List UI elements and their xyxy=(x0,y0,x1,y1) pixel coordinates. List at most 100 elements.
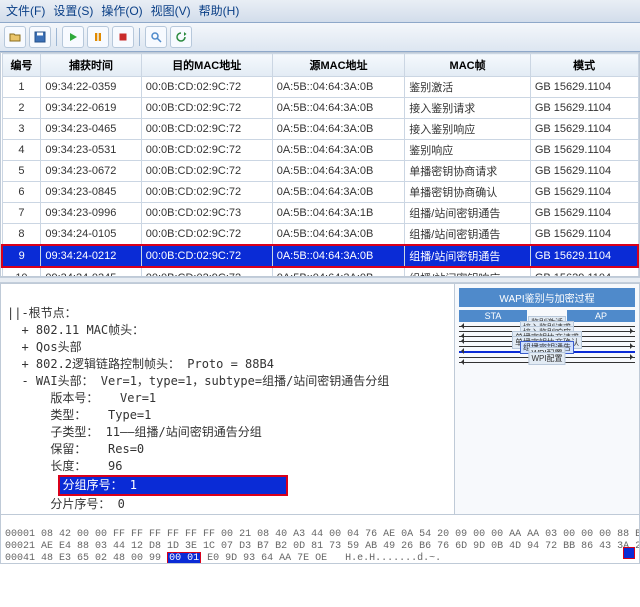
cell-mode: GB 15629.1104 xyxy=(530,267,638,277)
tree-frag[interactable]: 分片序号： 0 xyxy=(21,497,124,511)
menu-help[interactable]: 帮助(H) xyxy=(199,2,240,20)
cell-src: 0A:5B::04:64:3A:0B xyxy=(272,224,405,246)
diagram-sta: STA xyxy=(459,310,527,322)
cell-src: 0A:5B::04:64:3A:0B xyxy=(272,77,405,98)
tree-qos[interactable]: + Qos头部 xyxy=(21,340,81,354)
cell-no: 2 xyxy=(2,98,41,119)
cell-no: 7 xyxy=(2,203,41,224)
cell-time: 09:34:24-0212 xyxy=(41,245,141,267)
tree-80211[interactable]: + 802.11 MAC帧头： xyxy=(21,323,144,337)
cell-time: 09:34:23-0996 xyxy=(41,203,141,224)
cell-no: 8 xyxy=(2,224,41,246)
table-row[interactable]: 309:34:23-046500:0B:CD:02:9C:720A:5B::04… xyxy=(2,119,638,140)
cell-dst: 00:0B:CD:02:9C:72 xyxy=(141,182,272,203)
cell-frame: 单播密钥协商请求 xyxy=(405,161,531,182)
tree-seq-selected[interactable]: 分组序号： 1 xyxy=(58,475,288,496)
toolbar xyxy=(0,23,640,52)
hex-bytes-1: 08 42 00 00 FF FF FF FF FF FF 00 21 08 4… xyxy=(41,529,640,540)
cell-src: 0A:5B::04:64:3A:0B xyxy=(272,161,405,182)
col-frame[interactable]: MAC帧 xyxy=(405,54,531,77)
cell-frame: 鉴别激活 xyxy=(405,77,531,98)
cell-dst: 00:0B:CD:02:9C:72 xyxy=(141,161,272,182)
start-icon[interactable] xyxy=(62,26,84,48)
diagram-step-label: WPI配置 xyxy=(528,352,565,365)
detail-area: ||-根节点： + 802.11 MAC帧头： + Qos头部 + 802.2逻… xyxy=(0,283,640,515)
cell-dst: 00:0B:CD:02:9C:72 xyxy=(141,224,272,246)
tree-llc[interactable]: + 802.2逻辑链路控制帧头： Proto = 88B4 xyxy=(21,357,274,371)
col-src[interactable]: 源MAC地址 xyxy=(272,54,405,77)
cell-frame: 接入鉴别响应 xyxy=(405,119,531,140)
cell-frame: 组播/站间密钥通告 xyxy=(405,224,531,246)
table-row[interactable]: 609:34:23-084500:0B:CD:02:9C:720A:5B::04… xyxy=(2,182,638,203)
cell-dst: 00:0B:CD:02:9C:72 xyxy=(141,267,272,277)
menu-op[interactable]: 操作(O) xyxy=(101,2,142,20)
table-row[interactable]: 409:34:23-053100:0B:CD:02:9C:720A:5B::04… xyxy=(2,140,638,161)
table-row[interactable]: 809:34:24-010500:0B:CD:02:9C:720A:5B::04… xyxy=(2,224,638,246)
cell-no: 6 xyxy=(2,182,41,203)
cell-dst: 00:0B:CD:02:9C:72 xyxy=(141,245,272,267)
cell-mode: GB 15629.1104 xyxy=(530,224,638,246)
cell-frame: 接入鉴别请求 xyxy=(405,98,531,119)
table-row[interactable]: 709:34:23-099600:0B:CD:02:9C:730A:5B::04… xyxy=(2,203,638,224)
open-icon[interactable] xyxy=(4,26,26,48)
table-row[interactable]: 109:34:22-035900:0B:CD:02:9C:720A:5B::04… xyxy=(2,77,638,98)
cell-time: 09:34:22-0359 xyxy=(41,77,141,98)
col-mode[interactable]: 模式 xyxy=(530,54,638,77)
cell-frame: 鉴别响应 xyxy=(405,140,531,161)
save-icon[interactable] xyxy=(29,26,51,48)
pause-icon[interactable] xyxy=(87,26,109,48)
toolbar-separator xyxy=(139,28,140,46)
cell-no: 4 xyxy=(2,140,41,161)
packet-table-container[interactable]: 编号 捕获时间 目的MAC地址 源MAC地址 MAC帧 模式 109:34:22… xyxy=(0,52,640,277)
cell-no: 3 xyxy=(2,119,41,140)
menu-set[interactable]: 设置(S) xyxy=(53,2,93,20)
tree-type[interactable]: 类型： Type=1 xyxy=(21,408,151,422)
cell-dst: 00:0B:CD:02:9C:73 xyxy=(141,203,272,224)
col-dst[interactable]: 目的MAC地址 xyxy=(141,54,272,77)
cell-time: 09:34:23-0531 xyxy=(41,140,141,161)
cell-src: 0A:5B::04:64:3A:1B xyxy=(272,203,405,224)
cell-time: 09:34:23-0672 xyxy=(41,161,141,182)
cell-mode: GB 15629.1104 xyxy=(530,140,638,161)
tree-root[interactable]: ||-根节点： xyxy=(7,306,77,320)
hex-off-1: 00001 xyxy=(5,529,35,540)
cell-src: 0A:5B::04:64:3A:0B xyxy=(272,98,405,119)
cell-mode: GB 15629.1104 xyxy=(530,77,638,98)
cell-no: 9 xyxy=(2,245,41,267)
cell-mode: GB 15629.1104 xyxy=(530,161,638,182)
col-time[interactable]: 捕获时间 xyxy=(41,54,141,77)
hex-bytes-3a: 48 E3 65 02 48 00 99 xyxy=(41,553,161,564)
cell-src: 0A:5B::04:64:3A:0B xyxy=(272,140,405,161)
hex-bytes-3c: E0 9D 93 64 AA 7E OE xyxy=(207,553,327,564)
protocol-tree[interactable]: ||-根节点： + 802.11 MAC帧头： + Qos头部 + 802.2逻… xyxy=(1,284,454,514)
cell-frame: 组播/站间密钥响应 xyxy=(405,267,531,277)
diagram-title: WAPI鉴别与加密过程 xyxy=(459,288,635,307)
table-row[interactable]: 209:34:22-061900:0B:CD:02:9C:720A:5B::04… xyxy=(2,98,638,119)
wapi-diagram: WAPI鉴别与加密过程 STA AP 鉴别激活接入鉴别请求接入鉴别响应单播密钥协… xyxy=(454,284,639,514)
cell-src: 0A:5B::04:64:3A:0B xyxy=(272,245,405,267)
cell-dst: 00:0B:CD:02:9C:72 xyxy=(141,119,272,140)
cell-no: 5 xyxy=(2,161,41,182)
diagram-ap: AP xyxy=(567,310,635,322)
cell-no: 1 xyxy=(2,77,41,98)
tree-wai[interactable]: - WAI头部： Ver=1，type=1，subtype=组播/站间密钥通告分… xyxy=(21,374,389,388)
cell-mode: GB 15629.1104 xyxy=(530,245,638,267)
tree-ver[interactable]: 版本号： Ver=1 xyxy=(21,391,156,405)
tree-len[interactable]: 长度： 96 xyxy=(21,459,122,473)
stop-icon[interactable] xyxy=(112,26,134,48)
table-row[interactable]: 509:34:23-067200:0B:CD:02:9C:720A:5B::04… xyxy=(2,161,638,182)
tree-subtype[interactable]: 子类型： 11——组播/站间密钥通告分组 xyxy=(21,425,261,439)
tree-res[interactable]: 保留： Res=0 xyxy=(21,442,144,456)
menu-view[interactable]: 视图(V) xyxy=(151,2,191,20)
refresh-icon[interactable] xyxy=(170,26,192,48)
cell-time: 09:34:23-0465 xyxy=(41,119,141,140)
hex-pane[interactable]: 00001 08 42 00 00 FF FF FF FF FF FF 00 2… xyxy=(0,515,640,564)
table-row[interactable]: 1009:34:24-034500:0B:CD:02:9C:720A:5B::0… xyxy=(2,267,638,277)
cell-mode: GB 15629.1104 xyxy=(530,98,638,119)
col-no[interactable]: 编号 xyxy=(2,54,41,77)
find-icon[interactable] xyxy=(145,26,167,48)
table-row[interactable]: 909:34:24-021200:0B:CD:02:9C:720A:5B::04… xyxy=(2,245,638,267)
menu-file[interactable]: 文件(F) xyxy=(6,2,45,20)
hex-selected-bytes: 00 01 xyxy=(167,552,201,564)
table-header-row: 编号 捕获时间 目的MAC地址 源MAC地址 MAC帧 模式 xyxy=(2,54,638,77)
